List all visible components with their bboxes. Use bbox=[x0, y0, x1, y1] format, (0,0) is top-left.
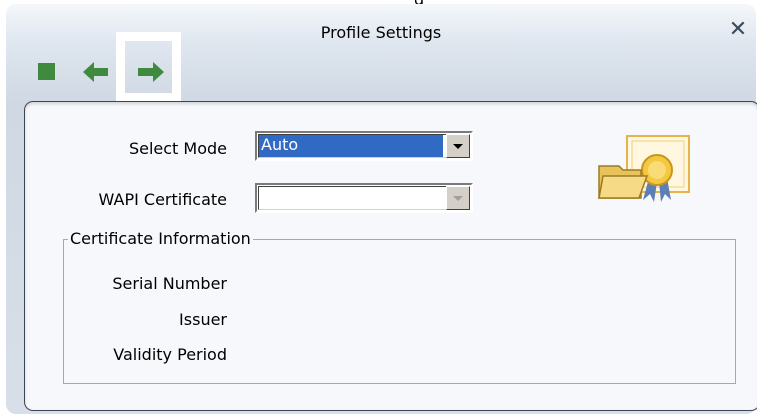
settings-panel: Select Mode Auto WAPI Certificate Certif… bbox=[24, 101, 757, 411]
select-mode-dropdown[interactable]: Auto bbox=[255, 131, 473, 161]
certificate-information-legend: Certificate Information bbox=[68, 229, 253, 248]
wapi-certificate-dropdown[interactable] bbox=[255, 183, 473, 213]
next-arrow-icon bbox=[138, 62, 164, 82]
close-button[interactable]: ✕ bbox=[727, 17, 749, 42]
wapi-certificate-inner bbox=[258, 186, 470, 210]
validity-period-label: Validity Period bbox=[113, 345, 227, 364]
stop-button[interactable] bbox=[34, 52, 62, 92]
select-mode-value: Auto bbox=[259, 135, 443, 157]
serial-number-label: Serial Number bbox=[112, 274, 227, 293]
stop-square-icon bbox=[38, 63, 55, 80]
close-x-icon: ✕ bbox=[728, 17, 748, 42]
issuer-label: Issuer bbox=[179, 310, 227, 329]
select-mode-label: Select Mode bbox=[128, 139, 227, 158]
profile-settings-window: Profile Settings ✕ Select Mode Auto WAPI… bbox=[6, 4, 757, 414]
dropdown-arrow-button[interactable] bbox=[446, 134, 470, 158]
folder-certificate-icon bbox=[598, 135, 690, 202]
back-arrow-icon bbox=[83, 62, 108, 82]
wapi-certificate-label: WAPI Certificate bbox=[98, 190, 227, 209]
next-button[interactable] bbox=[134, 52, 164, 92]
chevron-down-icon bbox=[453, 196, 463, 201]
dropdown-arrow-button-disabled bbox=[446, 186, 470, 210]
back-button[interactable] bbox=[82, 52, 110, 92]
chevron-down-icon bbox=[453, 144, 463, 149]
